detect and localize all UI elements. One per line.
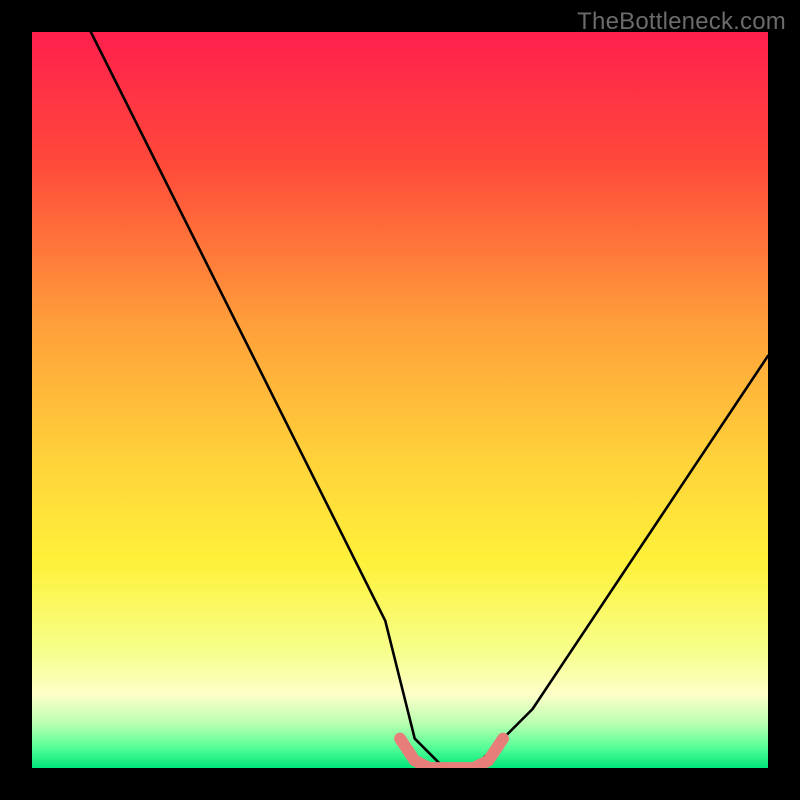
watermark-label: TheBottleneck.com [577,8,786,36]
chart-frame: TheBottleneck.com [0,0,800,800]
chart-background [32,32,768,768]
bottleneck-chart [32,32,768,768]
